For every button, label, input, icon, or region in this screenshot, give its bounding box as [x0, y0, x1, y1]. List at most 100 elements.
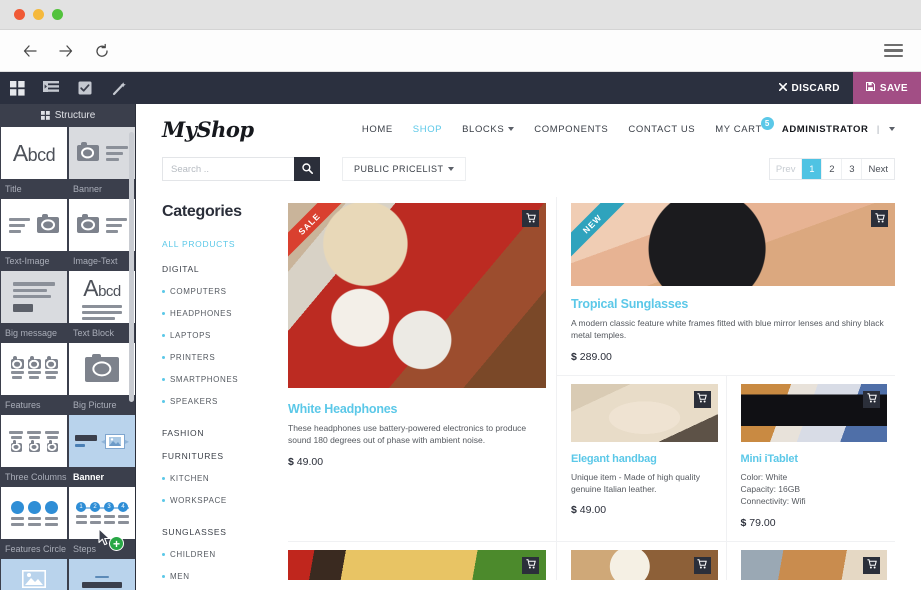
sidebar-scrollbar[interactable] [129, 132, 134, 402]
category-group-furnitures[interactable]: FURNITURES [162, 451, 280, 461]
block-image-text[interactable]: Image-Text [68, 198, 136, 270]
main-navigation: HOME SHOP BLOCKS COMPONENTS CONTACT US M… [362, 116, 895, 135]
product-card-elegant-handbag[interactable]: Elegant handbag Unique item - Made of hi… [556, 375, 726, 542]
product-card-mini-itablet[interactable]: Mini iTablet Color: White Capacity: 16GB… [725, 375, 895, 542]
category-smartphones[interactable]: SMARTPHONES [162, 375, 280, 384]
product-name[interactable]: Tropical Sunglasses [571, 297, 895, 311]
pagination-next[interactable]: Next [862, 159, 894, 179]
category-children[interactable]: CHILDREN [162, 550, 280, 559]
blocks-grid-icon[interactable] [0, 72, 34, 104]
product-name[interactable]: Mini iTablet [741, 453, 888, 465]
category-computers[interactable]: COMPUTERS [162, 287, 280, 296]
editor-topbar: DISCARD SAVE [0, 72, 921, 104]
window-minimize-button[interactable] [33, 9, 44, 20]
category-group-digital[interactable]: DIGITAL [162, 264, 280, 274]
category-group-sunglasses[interactable]: SUNGLASSES [162, 527, 280, 537]
chevron-down-icon [889, 126, 895, 131]
pagination-page-2[interactable]: 2 [822, 159, 843, 179]
product-image[interactable] [740, 383, 887, 442]
price-value: 289.00 [579, 350, 612, 363]
block-thumbnail [0, 486, 68, 540]
product-image[interactable]: SALE [288, 203, 546, 388]
product-card-partial-1[interactable] [288, 542, 556, 580]
customize-list-icon[interactable] [34, 72, 68, 104]
block-big-picture[interactable]: Big Picture [68, 342, 136, 414]
hamburger-menu-icon[interactable] [884, 43, 903, 58]
category-group-fashion[interactable]: FASHION [162, 428, 280, 438]
add-to-cart-button[interactable] [522, 210, 539, 227]
block-label: Text Block [68, 324, 136, 342]
categories-sidebar: Categories ALL PRODUCTS DIGITAL COMPUTER… [162, 187, 280, 590]
pricelist-dropdown[interactable]: PUBLIC PRICELIST [342, 157, 466, 181]
product-card-tropical-sunglasses[interactable]: NEW Tropical Sunglasses A modern classic… [556, 197, 895, 376]
administrator-label: ADMINISTRATOR [781, 123, 869, 135]
nav-item-home[interactable]: HOME [362, 124, 393, 135]
block-label: Banner [68, 180, 136, 198]
block-banner-2[interactable]: ◂ ▸ Banner [68, 414, 136, 486]
currency-symbol: $ [571, 504, 577, 517]
nav-item-blocks[interactable]: BLOCKS [462, 124, 515, 135]
add-to-cart-button[interactable] [863, 556, 880, 574]
nav-item-administrator[interactable]: ADMINISTRATOR | [782, 124, 895, 135]
product-image[interactable]: NEW [571, 203, 895, 286]
currency-symbol: $ [288, 455, 294, 468]
product-name[interactable]: White Headphones [288, 402, 546, 416]
block-page-header[interactable]: Page header [68, 558, 136, 590]
category-kitchen[interactable]: KITCHEN [162, 474, 280, 483]
block-label: Features [0, 396, 68, 414]
products-right-column: NEW Tropical Sunglasses A modern classic… [556, 197, 895, 542]
category-men[interactable]: MEN [162, 572, 280, 581]
product-image[interactable] [571, 383, 718, 442]
add-to-cart-button[interactable] [693, 556, 711, 574]
product-image[interactable] [571, 549, 718, 580]
block-features[interactable]: Features [0, 342, 68, 414]
category-headphones[interactable]: HEADPHONES [162, 309, 280, 318]
arrow-left-icon[interactable] [16, 37, 44, 65]
arrow-right-icon[interactable] [52, 37, 80, 65]
category-laptops[interactable]: LAPTOPS [162, 331, 280, 340]
add-to-cart-button[interactable] [863, 390, 880, 408]
product-name[interactable]: Elegant handbag [571, 453, 718, 465]
pagination-prev[interactable]: Prev [770, 159, 803, 179]
block-hero-banner[interactable]: Hero Banner [0, 558, 68, 590]
nav-item-components[interactable]: COMPONENTS [534, 124, 608, 135]
add-to-cart-button[interactable] [522, 556, 539, 574]
pagination-page-1[interactable]: 1 [802, 159, 823, 179]
product-card-white-headphones[interactable]: SALE White Headphones These headphones u… [288, 197, 556, 542]
nav-item-contact-us[interactable]: CONTACT US [628, 124, 695, 135]
nav-item-my-cart[interactable]: MY CART 5 [715, 116, 774, 135]
browser-navbar [0, 30, 921, 72]
category-all-products[interactable]: ALL PRODUCTS [162, 239, 280, 249]
block-big-message[interactable]: Big message [0, 270, 68, 342]
save-button[interactable]: SAVE [852, 72, 921, 104]
block-text-image[interactable]: Text-Image [0, 198, 68, 270]
category-printers[interactable]: PRINTERS [162, 353, 280, 362]
block-text-block[interactable]: Abcd Text Block [68, 270, 136, 342]
pagination-page-3[interactable]: 3 [842, 159, 863, 179]
discard-button[interactable]: DISCARD [766, 72, 853, 104]
site-logo[interactable]: MyShop [162, 117, 254, 142]
add-to-cart-button[interactable] [871, 210, 888, 227]
category-speakers[interactable]: SPEAKERS [162, 397, 280, 406]
add-to-cart-button[interactable] [693, 390, 711, 408]
search-button[interactable] [294, 157, 320, 181]
product-card-partial-3[interactable] [725, 541, 896, 580]
block-title[interactable]: Abcd Title [0, 126, 68, 198]
block-features-circle[interactable]: Features Circle [0, 486, 68, 558]
block-banner-1[interactable]: Banner [68, 126, 136, 198]
block-steps[interactable]: 1 2 3 4 Steps [68, 486, 136, 558]
product-card-partial-2[interactable] [556, 541, 726, 580]
block-three-columns[interactable]: Three Columns [0, 414, 68, 486]
category-workspace[interactable]: WORKSPACE [162, 496, 280, 505]
product-image[interactable] [288, 549, 546, 580]
checkbox-icon[interactable] [68, 72, 102, 104]
nav-item-shop[interactable]: SHOP [413, 124, 442, 135]
window-close-button[interactable] [14, 9, 25, 20]
blocks-grid: Abcd Title Banner Text-Image Image-Text … [0, 126, 136, 590]
browser-titlebar [0, 0, 921, 30]
reload-icon[interactable] [88, 37, 116, 65]
search-input[interactable] [162, 157, 294, 181]
window-maximize-button[interactable] [52, 9, 63, 20]
magic-wand-icon[interactable] [102, 72, 136, 104]
product-image[interactable] [740, 549, 887, 580]
